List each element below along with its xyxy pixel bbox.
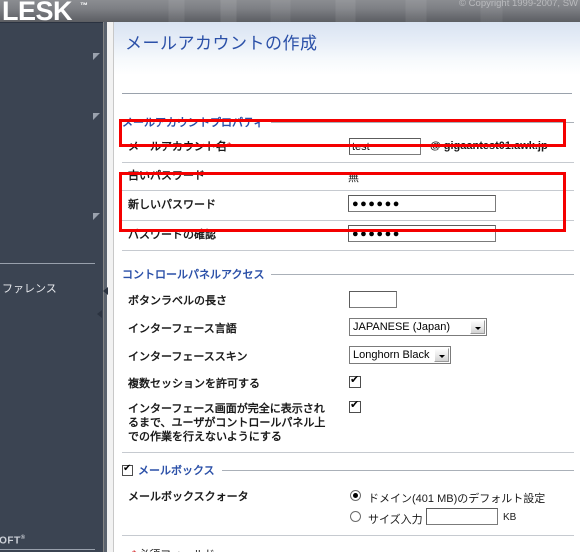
interface-language-select[interactable]: JAPANESE (Japan) [349,318,487,336]
section-mailbox: メールボックス [122,462,574,478]
quota-size-input[interactable] [426,508,498,525]
row-rule-5 [122,452,574,453]
account-name-input[interactable] [349,138,421,155]
section-rule [221,469,574,471]
interface-skin-value: Longhorn Black [353,349,430,361]
label-new-password: 新しいパスワード [128,199,216,211]
interface-skin-select[interactable]: Longhorn Black [349,346,451,364]
sidebar-divider [0,263,95,264]
required-marker: * [227,141,232,153]
section-title-mailbox: メールボックス [138,465,215,477]
top-brand-bar: LESK ™ © Copyright 1999-2007, SW [0,0,580,22]
sidebar-collapse-arrow[interactable] [97,310,102,318]
top-copyright-text: © Copyright 1999-2007, SW [459,0,578,9]
row-rule-4 [122,250,574,251]
row-rule-3 [122,220,574,221]
page-header: メールアカウントの作成 [114,22,580,75]
quota-unit-label: KB [503,512,517,523]
row-rule-6 [122,535,574,536]
label-confirm-password: パスワードの確認 [128,229,216,241]
label-block-until-loaded: インターフェース画面が完全に表示され るまで、ユーザがコントロールパネル上 での… [128,403,326,443]
label-interface-skin: インターフェーススキン [128,351,248,363]
block-until-loaded-checkbox[interactable] [349,398,361,413]
label-old-password: 古いパスワード [128,170,205,182]
swsoft-logo: WSOFT® [0,535,26,547]
mailbox-enable-checkbox[interactable] [122,463,133,476]
header-rule [122,93,572,94]
page-title: メールアカウントの作成 [125,34,318,53]
section-rule [271,273,574,275]
label-mailbox-quota: メールボックスクォータ [128,491,249,503]
quota-default-label: ドメイン(401 MB)のデフォルト設定 [368,493,546,505]
interface-language-value: JAPANESE (Japan) [353,321,451,333]
section-control-panel-access: コントロールパネルアクセス [122,266,574,282]
row-rule-1 [122,162,574,163]
trademark-symbol: ™ [80,1,88,10]
multiple-sessions-checkbox[interactable] [349,373,361,388]
quota-default-radio[interactable] [350,490,361,501]
plesk-logo: LESK [2,0,73,22]
section-mail-account-properties: メールアカウントプロパティ [122,114,574,130]
button-label-length-input[interactable] [349,291,397,308]
left-sidebar: プリファレンス WSOFT® -2007, Ltd. [0,22,103,552]
confirm-password-input[interactable]: ●●●●●● [348,225,496,242]
row-rule-2 [122,190,574,191]
sidebar-footer-divider [0,549,95,550]
section-rule [271,121,574,123]
label-account-name: メールアカウント名* [128,141,232,153]
main-content: メールアカウントの作成 メールアカウントプロパティ メールアカウント名* @ g… [114,22,580,552]
gutter-collapse-arrow[interactable] [103,287,108,295]
label-interface-language: インターフェース言語 [128,323,237,335]
label-multiple-sessions: 複数セッションを許可する [128,378,260,390]
sidebar-collapse-marker-3[interactable] [93,213,100,220]
quota-custom-label: サイズ入力 [368,514,423,526]
chevron-down-icon[interactable] [470,320,485,334]
value-old-password: 無 [348,172,359,184]
new-password-input[interactable]: ●●●●●● [348,195,496,212]
sidebar-item-preferences[interactable]: プリファレンス [0,280,57,296]
sidebar-collapse-marker-1[interactable] [93,53,100,60]
label-button-label-length: ボタンラベルの長さ [128,295,227,307]
domain-suffix-text: @ gigaantest01.awk.jp [430,140,548,152]
sidebar-collapse-marker-2[interactable] [93,113,100,120]
quota-custom-radio[interactable] [350,511,361,522]
application-window: LESK ™ © Copyright 1999-2007, SW プリファレンス… [0,0,580,552]
chevron-down-icon[interactable] [434,348,449,362]
section-title-mail-properties: メールアカウントプロパティ [122,117,265,129]
required-field-footnote: *必須フィールド [132,546,215,552]
section-title-cp-access: コントロールパネルアクセス [122,269,265,281]
